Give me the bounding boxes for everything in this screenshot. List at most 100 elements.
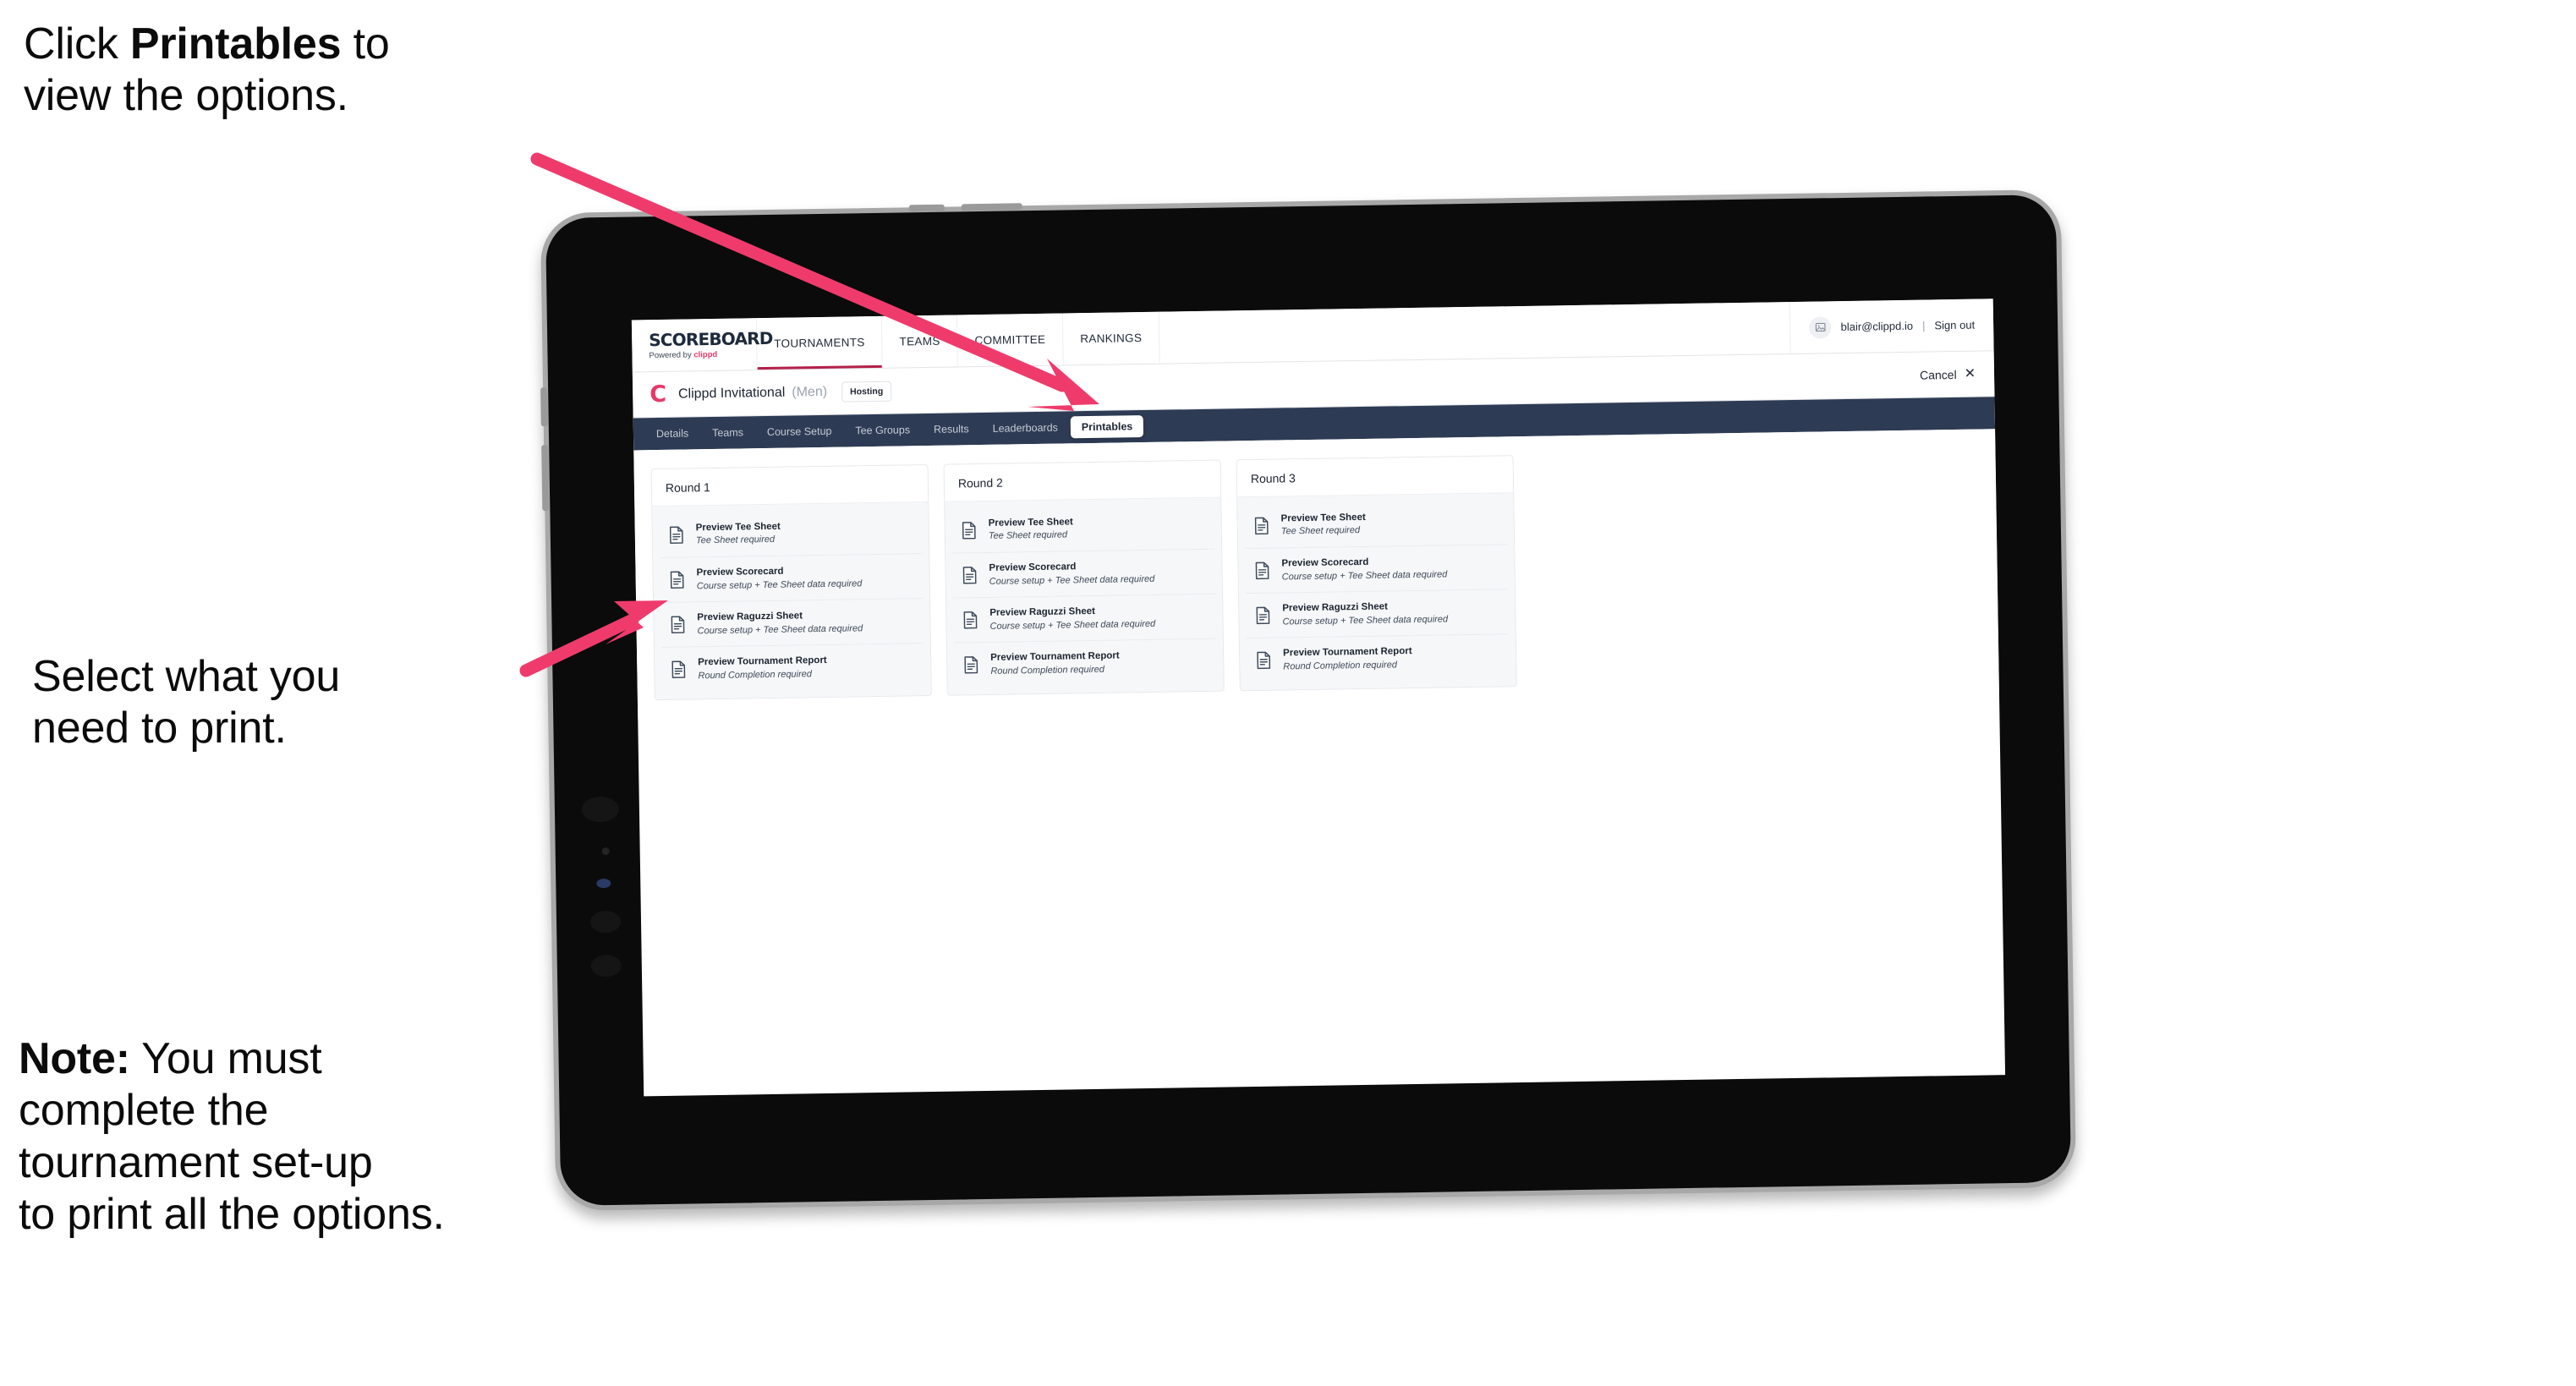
round-title: Round 1 [651,465,929,507]
power-button[interactable] [908,204,945,212]
avatar[interactable] [1809,315,1832,339]
printables-board: Round 1 Preview Tee Sheet Tee Sheet requ… [633,429,2000,719]
printable-requirement: Tee Sheet required [695,534,776,546]
printable-requirement: Tee Sheet required [1280,525,1361,537]
printable-requirement: Tee Sheet required [988,529,1068,542]
annotation-text-suffix: Select what you need to print. [32,652,341,753]
printable-item-tee-sheet[interactable]: Preview Tee Sheet Tee Sheet required [951,504,1215,554]
close-icon: ✕ [1964,366,1976,381]
tab-course-setup[interactable]: Course Setup [756,420,843,444]
printable-item-raguzzi-sheet[interactable]: Preview Raguzzi Sheet Course setup + Tee… [1246,589,1509,639]
annotation-click-printables: Click Printables to view the options. [24,19,582,123]
printable-item-scorecard[interactable]: Preview Scorecard Course setup + Tee She… [952,549,1216,599]
document-icon [1253,562,1270,580]
tab-leaderboards[interactable]: Leaderboards [982,416,1070,440]
document-icon [961,521,978,540]
tab-details[interactable]: Details [645,422,700,445]
account-area: blair@clippd.io | Sign out [1790,299,1993,353]
round-column-1: Round 1 Preview Tee Sheet Tee Sheet requ… [650,464,932,700]
document-icon [670,660,687,679]
document-icon [1255,651,1272,670]
round-items: Preview Tee Sheet Tee Sheet required Pre… [1237,493,1516,690]
nav-item-rankings[interactable]: RANKINGS [1062,311,1160,365]
volume-down-button[interactable] [541,445,550,512]
printable-title: Preview Tee Sheet [695,521,781,534]
printable-requirement: Course setup + Tee Sheet data required [989,573,1155,587]
printable-title: Preview Scorecard [696,566,784,578]
cancel-label: Cancel [1919,367,1957,382]
printable-title: Preview Raguzzi Sheet [697,611,803,623]
annotation-text-bold: Printables [129,19,342,68]
annotation-select-print: Select what you need to print. [32,651,556,755]
top-edge-button[interactable] [961,203,1022,211]
printable-requirement: Course setup + Tee Sheet data required [697,622,863,636]
document-icon [961,566,978,584]
nav-item-teams[interactable]: TEAMS [882,315,959,368]
brand-subtitle: Powered by clippd [649,349,756,360]
printable-item-tournament-report[interactable]: Preview Tournament Report Round Completi… [1246,634,1510,683]
sign-out-button[interactable]: Sign out [1934,319,1975,332]
printable-item-scorecard[interactable]: Preview Scorecard Course setup + Tee She… [1245,545,1508,594]
document-icon [1253,517,1270,535]
round-items: Preview Tee Sheet Tee Sheet required Pre… [652,502,931,699]
account-email: blair@clippd.io [1840,319,1914,334]
tab-tee-groups[interactable]: Tee Groups [844,419,921,441]
printable-item-tee-sheet[interactable]: Preview Tee Sheet Tee Sheet required [1244,500,1508,550]
document-icon [962,656,979,675]
browser-viewport: SCOREBOARD Powered by clippd TOURNAMENTS… [631,299,2006,1097]
printable-item-raguzzi-sheet[interactable]: Preview Raguzzi Sheet Course setup + Tee… [660,599,924,649]
printable-item-tournament-report[interactable]: Preview Tournament Report Round Completi… [953,639,1217,688]
printable-requirement: Course setup + Tee Sheet data required [989,618,1156,632]
tab-teams[interactable]: Teams [701,421,754,444]
round-items: Preview Tee Sheet Tee Sheet required Pre… [945,497,1224,695]
printable-title: Preview Raguzzi Sheet [1282,601,1388,614]
nav-item-tournaments[interactable]: TOURNAMENTS [756,315,884,370]
printable-item-tee-sheet[interactable]: Preview Tee Sheet Tee Sheet required [659,509,923,559]
document-icon [669,571,686,589]
clippd-wordmark: clippd [693,349,718,360]
speaker-dot [581,796,620,823]
account-separator: | [1921,319,1926,332]
printable-requirement: Round Completion required [1283,660,1397,672]
printable-title: Preview Scorecard [1281,556,1369,569]
annotation-text-bold: Note: [19,1034,130,1083]
document-icon [1254,606,1271,625]
printable-title: Preview Tee Sheet [1280,512,1366,524]
status-led [596,878,611,889]
printable-title: Preview Tournament Report [698,655,827,668]
printable-item-scorecard[interactable]: Preview Scorecard Course setup + Tee She… [660,554,924,604]
round-title: Round 2 [944,460,1221,502]
printable-title: Preview Scorecard [989,562,1077,574]
tournament-header-spacer [891,375,1920,391]
round-title: Round 3 [1236,456,1514,498]
powered-by-label: Powered by [649,350,694,360]
round-column-3: Round 3 Preview Tee Sheet Tee Sheet requ… [1236,455,1517,691]
speaker-dot [589,910,622,934]
tab-printables[interactable]: Printables [1070,415,1144,439]
user-image-icon [1815,322,1826,331]
annotation-text-prefix: Click [24,19,130,68]
primary-navigation: TOURNAMENTS TEAMS COMMITTEE RANKINGS [756,311,1160,370]
tablet-device: SCOREBOARD Powered by clippd TOURNAMENTS… [540,189,2077,1212]
document-icon [669,616,686,634]
document-icon [962,611,978,629]
brand-title: SCOREBOARD [649,327,773,350]
printable-requirement: Course setup + Tee Sheet data required [696,578,863,591]
printable-title: Preview Tournament Report [1283,646,1412,659]
volume-up-button[interactable] [540,387,548,427]
round-column-2: Round 2 Preview Tee Sheet Tee Sheet requ… [943,459,1225,696]
printable-item-tournament-report[interactable]: Preview Tournament Report Round Completi… [660,644,924,693]
tournament-name: Clippd Invitational [677,385,786,402]
camera-icon [601,847,610,856]
cancel-button[interactable]: Cancel ✕ [1919,366,1976,382]
tab-results[interactable]: Results [923,418,980,441]
brand-logo[interactable]: SCOREBOARD Powered by clippd [631,318,773,372]
printable-requirement: Course setup + Tee Sheet data required [1282,614,1449,627]
nav-item-committee[interactable]: COMMITTEE [957,313,1064,367]
clippd-logo-icon: C [649,381,667,408]
printable-item-raguzzi-sheet[interactable]: Preview Raguzzi Sheet Course setup + Tee… [953,594,1216,644]
printable-title: Preview Tee Sheet [988,517,1073,529]
printable-requirement: Round Completion required [698,668,813,682]
tournament-gender: (Men) [792,384,828,400]
document-icon [668,526,685,545]
